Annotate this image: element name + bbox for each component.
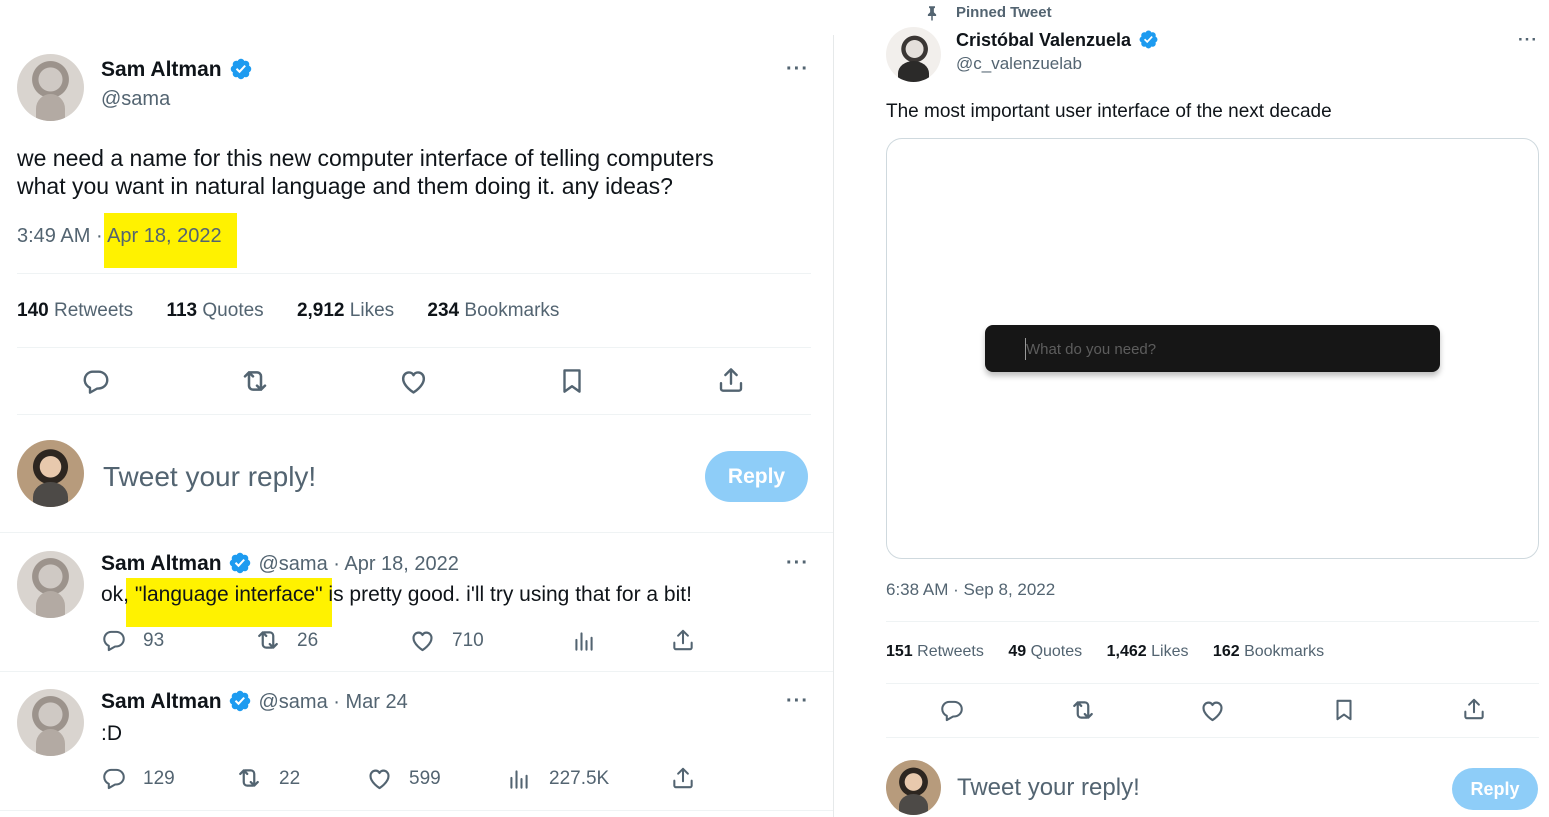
- reply-icon[interactable]: [101, 627, 127, 653]
- timestamp: 3:49 AM · Apr 18, 2022: [17, 225, 222, 248]
- share-icon[interactable]: [716, 365, 746, 395]
- stat-quotes[interactable]: 113 Quotes: [166, 300, 263, 321]
- handle-date[interactable]: @sama · Apr 18, 2022: [259, 553, 459, 575]
- stat-bookmarks[interactable]: 234 Bookmarks: [427, 300, 559, 321]
- verified-badge-icon: [228, 689, 252, 713]
- retweet-icon[interactable]: [254, 626, 282, 654]
- author-line: Sam Altman: [101, 58, 253, 86]
- avatar[interactable]: [17, 54, 84, 121]
- views-icon[interactable]: [506, 766, 532, 792]
- tweet-text: The most important user interface of the…: [886, 101, 1332, 122]
- divider: [886, 683, 1539, 684]
- handle-date[interactable]: @sama · Mar 24: [259, 691, 408, 713]
- reply-input[interactable]: [103, 458, 683, 496]
- divider: [886, 737, 1539, 738]
- share-icon[interactable]: [670, 627, 696, 653]
- command-input[interactable]: [1026, 337, 1426, 361]
- bookmark-icon[interactable]: [1331, 697, 1357, 723]
- reply-button[interactable]: Reply: [1452, 768, 1538, 810]
- like-icon[interactable]: [366, 765, 393, 792]
- retweet-count: 22: [279, 768, 301, 789]
- divider: [886, 621, 1539, 622]
- stat-bookmarks[interactable]: 162 Bookmarks: [1213, 643, 1324, 660]
- like-count: 710: [452, 630, 484, 651]
- retweet-icon[interactable]: [235, 764, 263, 792]
- author-name[interactable]: Cristóbal Valenzuela: [956, 30, 1131, 50]
- tweet-time[interactable]: 6:38 AM: [886, 580, 948, 599]
- retweet-icon[interactable]: [1069, 696, 1097, 724]
- reply-button[interactable]: Reply: [705, 451, 808, 502]
- avatar: [886, 760, 941, 815]
- media-card[interactable]: [886, 138, 1539, 559]
- tweet-text-line: what you want in natural language and th…: [17, 173, 673, 199]
- share-icon[interactable]: [670, 765, 696, 791]
- share-icon[interactable]: [1461, 696, 1487, 722]
- tweet-text: :D: [101, 722, 122, 745]
- avatar: [17, 440, 84, 507]
- author-name[interactable]: Sam Altman: [101, 552, 222, 575]
- stat-retweets[interactable]: 151 Retweets: [886, 643, 984, 660]
- retweet-count: 26: [297, 630, 319, 651]
- stat-likes[interactable]: 1,462 Likes: [1107, 643, 1189, 660]
- tweet-text: we need a name for this new computer int…: [17, 144, 817, 200]
- separator: ·: [953, 580, 959, 599]
- reply-icon[interactable]: [939, 697, 965, 723]
- tweet-date[interactable]: Sep 8, 2022: [964, 580, 1056, 599]
- retweet-icon[interactable]: [239, 365, 271, 397]
- pinned-label: Pinned Tweet: [956, 4, 1052, 21]
- like-count: 599: [409, 768, 441, 789]
- divider: [17, 414, 811, 415]
- tweet-stats: 140 Retweets 113 Quotes 2,912 Likes 234 …: [17, 300, 587, 322]
- views-count: 227.5K: [549, 768, 610, 789]
- divider: [17, 273, 811, 274]
- author-handle[interactable]: @sama: [101, 88, 170, 111]
- tweet-text-line: we need a name for this new computer int…: [17, 145, 714, 171]
- tweet-date[interactable]: Apr 18, 2022: [107, 225, 222, 247]
- pin-icon: [923, 4, 941, 22]
- like-icon[interactable]: [409, 627, 436, 654]
- reply-icon[interactable]: [81, 366, 111, 396]
- avatar[interactable]: [17, 689, 84, 756]
- views-icon[interactable]: [571, 628, 597, 654]
- stat-likes[interactable]: 2,912 Likes: [297, 300, 394, 321]
- like-icon[interactable]: [398, 366, 429, 397]
- tweet-stats: 151 Retweets 49 Quotes 1,462 Likes 162 B…: [886, 643, 1352, 661]
- tweet-text: ok, "language interface" is pretty good.…: [101, 583, 692, 606]
- separator: ·: [95, 225, 103, 247]
- verified-badge-icon: [1138, 29, 1159, 50]
- bookmark-icon[interactable]: [557, 366, 587, 396]
- reply-input[interactable]: [957, 772, 1417, 804]
- stat-retweets[interactable]: 140 Retweets: [17, 300, 133, 321]
- like-icon[interactable]: [1199, 697, 1226, 724]
- avatar[interactable]: [886, 27, 941, 82]
- avatar[interactable]: [17, 551, 84, 618]
- column-divider: [833, 35, 834, 817]
- more-icon[interactable]: ···: [786, 552, 809, 575]
- more-icon[interactable]: ···: [786, 58, 809, 81]
- reply-icon[interactable]: [101, 765, 127, 791]
- verified-badge-icon: [229, 57, 253, 81]
- author-line: Cristóbal Valenzuela: [956, 30, 1159, 51]
- more-icon[interactable]: ···: [1518, 30, 1538, 50]
- command-bar[interactable]: [985, 325, 1440, 372]
- divider: [0, 671, 833, 672]
- reply-count: 129: [143, 768, 175, 789]
- stat-quotes[interactable]: 49 Quotes: [1008, 643, 1082, 660]
- timestamp: 6:38 AM · Sep 8, 2022: [886, 580, 1055, 600]
- author-handle[interactable]: @c_valenzuelab: [956, 54, 1082, 74]
- verified-badge-icon: [228, 551, 252, 575]
- tweet-time[interactable]: 3:49 AM: [17, 225, 90, 247]
- divider: [0, 810, 833, 811]
- reply-count: 93: [143, 630, 165, 651]
- divider: [17, 347, 811, 348]
- reply-header: Sam Altman @sama · Apr 18, 2022: [101, 552, 459, 576]
- reply-header: Sam Altman @sama · Mar 24: [101, 690, 408, 714]
- author-name[interactable]: Sam Altman: [101, 690, 222, 713]
- author-name[interactable]: Sam Altman: [101, 58, 222, 81]
- divider: [0, 532, 833, 533]
- more-icon[interactable]: ···: [786, 690, 809, 713]
